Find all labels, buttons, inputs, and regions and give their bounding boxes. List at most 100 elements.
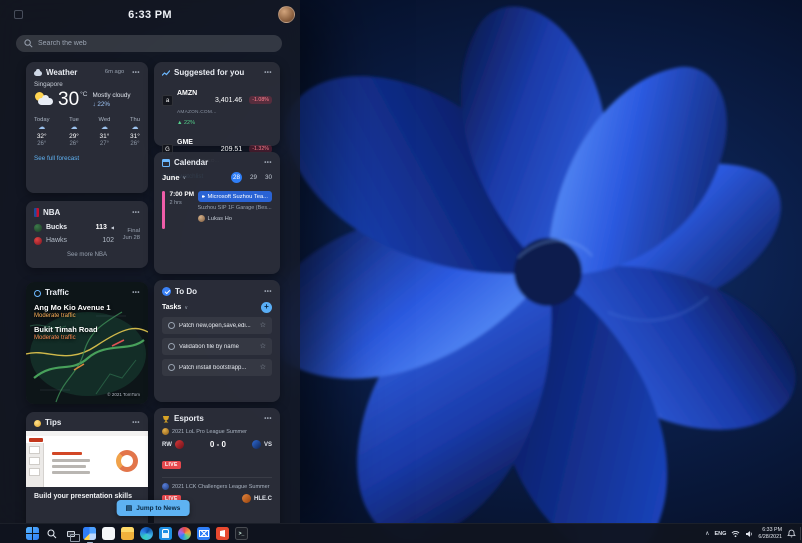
tray-overflow-chevron[interactable]: ∧: [705, 531, 709, 537]
web-search-bar[interactable]: [16, 35, 282, 52]
file-explorer-button[interactable]: [121, 527, 134, 540]
volume-icon[interactable]: [745, 530, 753, 538]
forecast-day-label: Tue: [69, 117, 79, 123]
stock-symbol: GME: [177, 139, 193, 146]
chevron-down-icon: ∨: [182, 174, 187, 181]
forecast-day-label: Wed: [98, 117, 111, 123]
edge-browser-button[interactable]: [140, 527, 153, 540]
league-name: 2021 LoL Pro League Summer: [172, 428, 248, 435]
weather-condition: Mostly cloudy: [92, 92, 131, 99]
league-logo-icon: [162, 428, 169, 435]
event-location: Suzhou SIP 1F Garage (Bes...: [197, 205, 272, 211]
event-title-pill[interactable]: Microsoft Suzhou Tea...: [197, 191, 272, 202]
team-logo-icon: [242, 494, 251, 503]
road-status: Moderate traffic: [34, 335, 76, 341]
see-full-forecast-link[interactable]: See full forecast: [34, 155, 140, 162]
more-options-icon[interactable]: •••: [264, 70, 272, 76]
more-options-icon[interactable]: •••: [264, 416, 272, 422]
event-time: 7:00 PM: [169, 191, 195, 198]
desktop: 6:33 PM Weather 6m ago ••• Singapore 30 …: [0, 0, 802, 543]
widgets-panel: 6:33 PM Weather 6m ago ••• Singapore 30 …: [0, 0, 300, 523]
star-icon[interactable]: ☆: [260, 364, 266, 371]
complete-task-circle[interactable]: [168, 343, 175, 350]
more-options-icon[interactable]: •••: [132, 210, 140, 216]
tips-preview-image: [26, 431, 148, 487]
language-indicator[interactable]: ENG: [715, 531, 727, 537]
jump-to-news-label: Jump to News: [136, 504, 181, 512]
todo-task-row[interactable]: Patch new,open,save,edi... ☆: [162, 317, 272, 334]
esports-league-row[interactable]: 2021 LCK Challengers League Summer: [162, 483, 272, 490]
calendar-day-selected[interactable]: 28: [230, 172, 242, 183]
system-tray: ∧ ENG 6:33 PM 6/28/2021: [705, 524, 796, 543]
more-options-icon[interactable]: •••: [132, 420, 140, 426]
stock-change-badge: -1.08%: [249, 96, 272, 104]
calendar-event[interactable]: 7:00 PM 2 hrs Microsoft Suzhou Tea... Su…: [162, 191, 272, 229]
team-abbr: VS: [263, 441, 272, 448]
more-options-icon[interactable]: •••: [132, 290, 140, 296]
start-button[interactable]: [26, 527, 39, 540]
amzn-logo: a: [162, 94, 173, 106]
more-options-icon[interactable]: •••: [264, 289, 272, 295]
stocks-widget[interactable]: Suggested for you ••• a AMZN AMAZON.COM.…: [154, 62, 280, 180]
traffic-road[interactable]: Ang Mo Kio Avenue 1 Moderate traffic: [34, 303, 140, 319]
calendar-day[interactable]: 30: [265, 174, 272, 181]
task-view-button[interactable]: [64, 527, 77, 540]
forecast-day[interactable]: Today ☁ 32° 26°: [34, 117, 49, 147]
forecast-hi: 31°: [130, 132, 140, 140]
panel-clock: 6:33 PM: [128, 9, 172, 21]
traffic-widget[interactable]: Traffic ••• Ang Mo Kio Avenue 1 Moderate…: [26, 282, 148, 404]
stock-row[interactable]: a AMZN AMAZON.COM... 3,401.46 -1.08%: [162, 82, 272, 118]
nba-team-row[interactable]: Hawks 102: [34, 234, 114, 247]
more-options-icon[interactable]: •••: [132, 70, 140, 76]
see-more-nba-link[interactable]: See more NBA: [34, 252, 140, 258]
team-logo-icon: [174, 440, 184, 449]
attendee-name: Lukas Ho: [207, 215, 233, 222]
star-icon[interactable]: ☆: [260, 322, 266, 329]
weather-unit-toggle[interactable]: °C: [80, 91, 87, 98]
team-logo-icon: [251, 440, 261, 449]
esports-match-row[interactable]: RW 0 - 0 VS: [162, 440, 272, 449]
forecast-day[interactable]: Wed ☁ 31° 27°: [99, 117, 111, 147]
todo-widget[interactable]: To Do ••• Tasks ∨ + Patch new,open,save,…: [154, 280, 280, 402]
forecast-day[interactable]: Tue ☁ 29° 26°: [69, 117, 79, 147]
terminal-button[interactable]: >_: [235, 527, 248, 540]
office-button[interactable]: [216, 527, 229, 540]
forecast-day[interactable]: Thu ☁ 31° 26°: [130, 117, 140, 147]
tray-clock[interactable]: 6:33 PM 6/28/2021: [758, 527, 782, 541]
complete-task-circle[interactable]: [168, 364, 175, 371]
nba-widget[interactable]: NBA ••• Bucks 113 ◀ Hawks 102 Final Jun …: [26, 201, 148, 268]
taskbar-search-button[interactable]: [45, 527, 58, 540]
chat-button[interactable]: [102, 527, 115, 540]
todo-task-row[interactable]: Validation file by name ☆: [162, 338, 272, 355]
weather-forecast: Today ☁ 32° 26° Tue ☁ 29° 26° Wed ☁ 31° …: [34, 117, 140, 147]
microsoft-store-button[interactable]: [159, 527, 172, 540]
forecast-lo: 27°: [99, 140, 109, 147]
road-name: Ang Mo Kio Avenue 1: [34, 303, 111, 312]
task-text: Patch install bootstrapp...: [179, 364, 247, 371]
live-badge: LIVE: [162, 461, 181, 469]
wifi-icon[interactable]: [731, 530, 740, 538]
traffic-road[interactable]: Bukit Timah Road Moderate traffic: [34, 325, 140, 341]
notification-bell-icon[interactable]: [787, 529, 796, 538]
photos-button[interactable]: [178, 527, 191, 540]
more-options-icon[interactable]: •••: [264, 160, 272, 166]
calendar-widget[interactable]: Calendar ••• June ∨ 28 29 30 7:00 PM 2 h…: [154, 152, 280, 274]
mail-button[interactable]: [197, 527, 210, 540]
user-avatar[interactable]: [278, 6, 295, 23]
nba-team-row[interactable]: Bucks 113 ◀: [34, 221, 114, 234]
todo-task-row[interactable]: Patch install bootstrapp... ☆: [162, 359, 272, 376]
star-icon[interactable]: ☆: [260, 343, 266, 350]
todo-list-selector[interactable]: Tasks: [162, 304, 181, 311]
weather-widget[interactable]: Weather 6m ago ••• Singapore 30 °C Mostl…: [26, 62, 148, 193]
add-task-button[interactable]: +: [261, 302, 272, 313]
esports-league-row[interactable]: 2021 LoL Pro League Summer: [162, 428, 272, 435]
forecast-hi: 31°: [99, 132, 110, 140]
widgets-button[interactable]: [83, 527, 96, 543]
complete-task-circle[interactable]: [168, 322, 175, 329]
calendar-month[interactable]: June: [162, 173, 180, 182]
search-input[interactable]: [38, 40, 274, 47]
league-logo-icon: [162, 483, 169, 490]
calendar-day[interactable]: 29: [250, 174, 257, 181]
jump-to-news-button[interactable]: ▤ Jump to News: [116, 500, 190, 516]
forecast-day-label: Thu: [129, 117, 140, 123]
